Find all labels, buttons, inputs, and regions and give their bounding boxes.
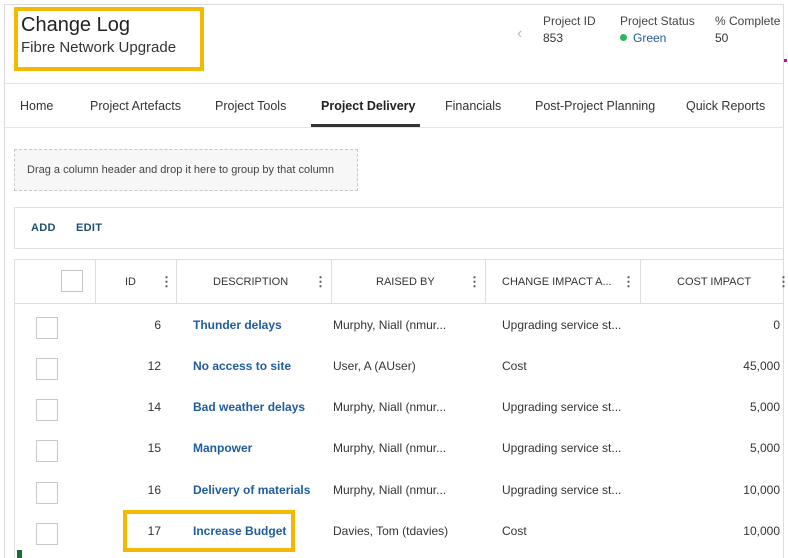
project-name: Fibre Network Upgrade [21, 39, 177, 56]
status-dot-icon [620, 34, 627, 42]
cell-change-impact-area: Cost [502, 524, 527, 538]
cell-id: 16 [147, 483, 161, 497]
column-header-change-impact-area[interactable]: CHANGE IMPACT A... [502, 276, 612, 288]
column-header-description[interactable]: DESCRIPTION [213, 276, 288, 288]
row-highlight [123, 510, 295, 552]
tab-project-artefacts[interactable]: Project Artefacts [90, 99, 181, 113]
column-separator[interactable] [95, 259, 96, 304]
cell-raised-by: Murphy, Niall (nmur... [333, 400, 447, 414]
chevron-left-icon[interactable]: ‹ [517, 25, 522, 43]
cell-cost-impact: 10,000 [743, 483, 780, 497]
column-menu-icon[interactable]: ⋮ [622, 274, 635, 290]
marker-dot [784, 59, 787, 62]
cell-id: 12 [147, 359, 161, 373]
header-divider [5, 83, 784, 84]
project-status-value: Green [620, 31, 666, 45]
cell-raised-by: User, A (AUser) [333, 359, 416, 373]
column-separator[interactable] [331, 259, 332, 304]
cell-change-impact-area: Upgrading service st... [502, 483, 622, 497]
row-checkbox[interactable] [36, 482, 58, 504]
cell-change-impact-area: Upgrading service st... [502, 400, 622, 414]
tab-financials[interactable]: Financials [445, 99, 501, 113]
cell-description-link[interactable]: Delivery of materials [193, 483, 310, 497]
cell-description-link[interactable]: No access to site [193, 359, 291, 373]
edit-button[interactable]: EDIT [76, 222, 102, 234]
cell-cost-impact: 45,000 [743, 359, 780, 373]
column-header-id[interactable]: ID [125, 276, 136, 288]
column-separator[interactable] [640, 259, 641, 304]
tab-home[interactable]: Home [20, 99, 53, 113]
row-checkbox[interactable] [36, 358, 58, 380]
column-menu-icon[interactable]: ⋮ [160, 274, 173, 290]
add-button[interactable]: ADD [31, 222, 56, 234]
cell-change-impact-area: Upgrading service st... [502, 318, 622, 332]
group-by-hint: Drag a column header and drop it here to… [27, 164, 334, 176]
row-checkbox[interactable] [36, 440, 58, 462]
change-log-page: Change Log Fibre Network Upgrade ‹ Proje… [0, 0, 788, 558]
page-title: Change Log [21, 14, 130, 36]
cell-raised-by: Murphy, Niall (nmur... [333, 441, 447, 455]
tab-project-delivery[interactable]: Project Delivery [321, 99, 416, 113]
cell-cost-impact: 0 [773, 318, 780, 332]
grid-toolbar [14, 207, 784, 249]
cell-description-link[interactable]: Manpower [193, 441, 252, 455]
percent-complete-label: % Complete [715, 14, 781, 28]
project-id-label: Project ID [543, 14, 596, 28]
tabs-divider [5, 127, 784, 128]
select-all-checkbox[interactable] [61, 270, 83, 292]
column-menu-icon[interactable]: ⋮ [777, 274, 788, 290]
cell-id: 6 [154, 318, 161, 332]
column-menu-icon[interactable]: ⋮ [314, 274, 327, 290]
tab-quick-reports[interactable]: Quick Reports [686, 99, 765, 113]
cell-raised-by: Murphy, Niall (nmur... [333, 318, 447, 332]
scroll-indicator [17, 550, 22, 558]
row-checkbox[interactable] [36, 399, 58, 421]
column-separator[interactable] [176, 259, 177, 304]
cell-description-link[interactable]: Bad weather delays [193, 400, 305, 414]
project-id-value: 853 [543, 31, 564, 45]
project-status-label: Project Status [620, 14, 695, 28]
cell-change-impact-area: Cost [502, 359, 527, 373]
cell-cost-impact: 10,000 [743, 524, 780, 538]
row-checkbox[interactable] [36, 317, 58, 339]
column-header-raised-by[interactable]: RAISED BY [376, 276, 435, 288]
column-menu-icon[interactable]: ⋮ [468, 274, 481, 290]
cell-cost-impact: 5,000 [749, 441, 780, 455]
row-checkbox[interactable] [36, 523, 58, 545]
cell-id: 15 [147, 441, 161, 455]
cell-cost-impact: 5,000 [749, 400, 780, 414]
cell-id: 14 [147, 400, 161, 414]
tab-post-project-planning[interactable]: Post-Project Planning [535, 99, 655, 113]
column-header-cost-impact[interactable]: COST IMPACT [677, 276, 751, 288]
project-status-text: Green [633, 31, 667, 45]
cell-raised-by: Davies, Tom (tdavies) [333, 524, 449, 538]
column-separator[interactable] [485, 259, 486, 304]
cell-change-impact-area: Upgrading service st... [502, 441, 622, 455]
tab-project-tools[interactable]: Project Tools [215, 99, 286, 113]
cell-description-link[interactable]: Thunder delays [193, 318, 282, 332]
cell-raised-by: Murphy, Niall (nmur... [333, 483, 447, 497]
percent-complete-value: 50 [715, 31, 729, 45]
